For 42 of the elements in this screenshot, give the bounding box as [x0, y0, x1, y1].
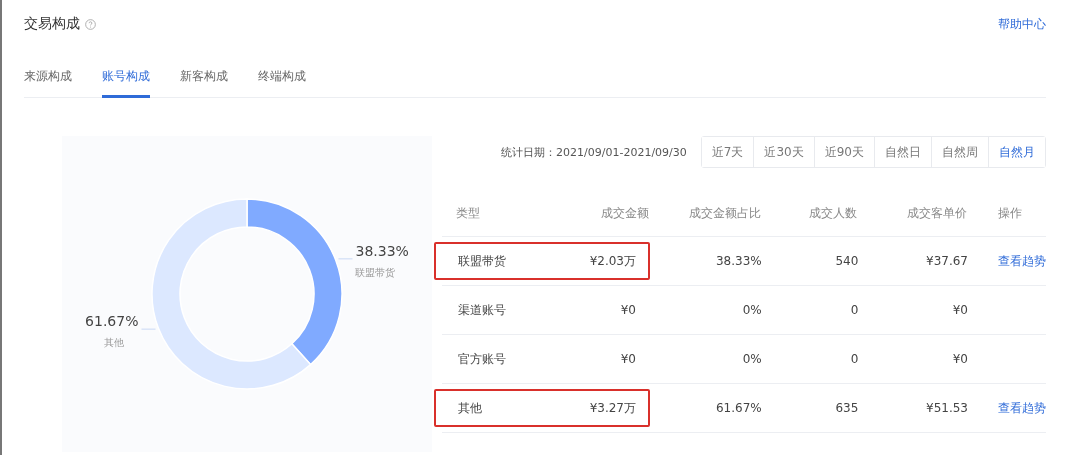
tab[interactable]: 来源构成 [24, 68, 72, 98]
column-header: 类型 [456, 205, 480, 220]
column-header: 操作 [998, 205, 1022, 220]
table-cell: 其他 [458, 399, 482, 417]
table-cell: 61.67% [715, 401, 762, 415]
period-button[interactable]: 自然月 [988, 137, 1045, 167]
slice-value: 38.33% [355, 242, 409, 259]
table-cell: 38.33% [715, 254, 762, 268]
table-cell: 0 [850, 352, 859, 366]
trend-link[interactable]: 查看趋势 [998, 252, 1046, 270]
table-cell: ¥0 [952, 303, 968, 317]
column-header: 成交人数 [809, 205, 858, 220]
table-cell: ¥51.53 [926, 401, 968, 415]
slice-label: 联盟带货 [355, 266, 396, 278]
table-cell: ¥0 [952, 352, 968, 366]
table-cell: ¥0 [620, 303, 636, 317]
table-cell: 635 [835, 401, 859, 415]
trend-link[interactable]: 查看趋势 [998, 399, 1046, 417]
tab[interactable]: 账号构成 [102, 68, 150, 98]
table-cell: ¥0 [620, 352, 636, 366]
tab[interactable]: 终端构成 [258, 68, 306, 98]
table-cell: 0% [742, 352, 762, 366]
column-header: 成交客单价 [907, 205, 967, 220]
column-header: 成交金额占比 [688, 205, 761, 220]
slice-label: 其他 [103, 337, 124, 349]
table-cell: 540 [835, 254, 859, 268]
table-cell: 渠道账号 [458, 301, 506, 319]
table-cell: 官方账号 [458, 350, 506, 368]
table-cell: ¥3.27万 [589, 399, 636, 417]
help-link[interactable]: 帮助中心 [998, 15, 1046, 33]
slice-value: 61.67% [85, 313, 139, 330]
help-icon[interactable] [85, 18, 96, 30]
leader-line [338, 258, 353, 260]
table-cell: ¥37.67 [926, 254, 968, 268]
section-title: 交易构成 [24, 15, 80, 33]
table-cell: 0 [850, 303, 859, 317]
date-range: 统计日期：2021/09/01-2021/09/30 [501, 144, 687, 160]
table-cell: 联盟带货 [458, 252, 506, 270]
table-cell: 0% [742, 303, 762, 317]
table-cell: ¥2.03万 [589, 252, 636, 270]
tab[interactable]: 新客构成 [180, 68, 228, 98]
column-header: 成交金额 [601, 205, 649, 220]
